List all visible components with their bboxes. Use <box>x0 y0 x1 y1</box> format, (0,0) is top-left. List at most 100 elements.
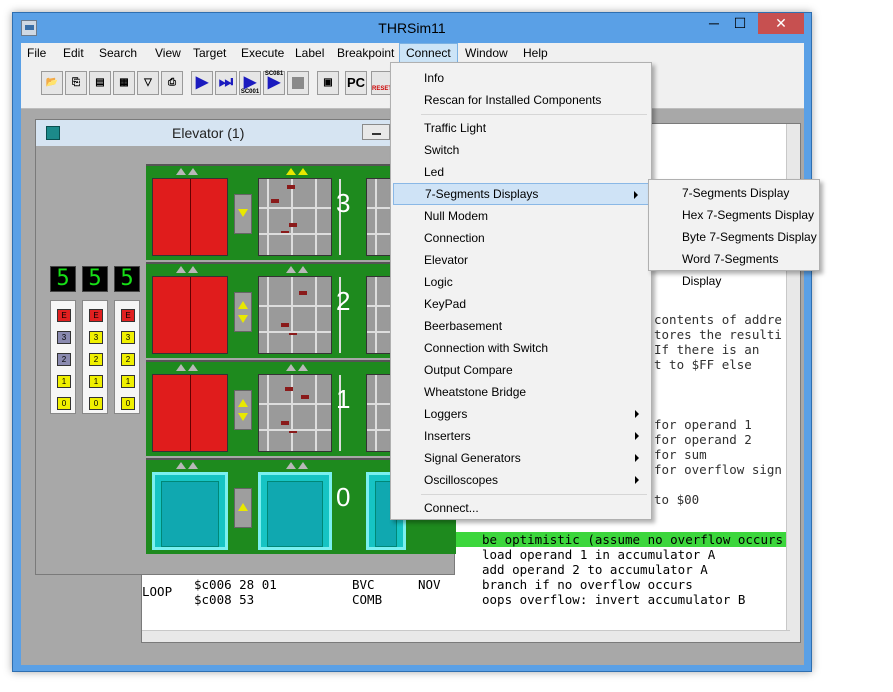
up-arrow-icon[interactable] <box>238 399 248 407</box>
print-icon[interactable]: ⎙ <box>161 71 183 95</box>
down-arrow-icon[interactable] <box>238 413 248 421</box>
menu-item-output-compare[interactable]: Output Compare <box>393 359 649 381</box>
elevator-title: Elevator (1) <box>172 125 245 141</box>
code-comment: If there is an <box>654 342 760 357</box>
floor-number: 0 <box>336 482 351 512</box>
horizontal-scrollbar[interactable] <box>142 630 790 642</box>
floor-number: 1 <box>336 384 351 414</box>
elevator-button-panel: E 3 2 1 0 <box>50 300 76 414</box>
emergency-button[interactable]: E <box>57 309 71 322</box>
down-arrow-icon[interactable] <box>238 209 248 217</box>
indicator-up-icon <box>286 364 296 371</box>
menu-item-info[interactable]: Info <box>393 67 649 89</box>
submenu-item-7-segments-display[interactable]: 7-Segments Display <box>651 182 817 204</box>
floor-button-2[interactable]: 2 <box>57 353 71 366</box>
menu-target[interactable]: Target <box>187 43 232 63</box>
seven-segment-display: 5 <box>82 266 108 292</box>
elevator-minimize-button[interactable] <box>362 124 390 140</box>
menu-file[interactable]: File <box>21 43 52 63</box>
menu-window[interactable]: Window <box>459 43 514 63</box>
menu-item-elevator[interactable]: Elevator <box>393 249 649 271</box>
run-icon[interactable]: ▶ <box>191 71 213 95</box>
menu-item-null-modem[interactable]: Null Modem <box>393 205 649 227</box>
floor-button-0[interactable]: 0 <box>57 397 71 410</box>
floor-button-1[interactable]: 1 <box>89 375 103 388</box>
floor-button-0[interactable]: 0 <box>89 397 103 410</box>
menu-item-traffic-light[interactable]: Traffic Light <box>393 117 649 139</box>
menu-label[interactable]: Label <box>289 43 330 63</box>
floor-button-2[interactable]: 2 <box>121 353 135 366</box>
menu-item-7-segments-displays[interactable]: 7-Segments Displays <box>393 183 649 205</box>
menu-item-led[interactable]: Led <box>393 161 649 183</box>
menu-connect[interactable]: Connect <box>399 43 458 63</box>
submenu-item-hex-7-segments-display[interactable]: Hex 7-Segments Display <box>651 204 817 226</box>
menu-item-wheatstone-bridge[interactable]: Wheatstone Bridge <box>393 381 649 403</box>
stop-icon[interactable] <box>287 71 309 95</box>
menu-item-beerbasement[interactable]: Beerbasement <box>393 315 649 337</box>
new-file-icon[interactable]: ▤ <box>89 71 111 95</box>
pc-button[interactable]: PC <box>345 71 367 95</box>
menu-search[interactable]: Search <box>93 43 143 63</box>
indicator-up-icon <box>176 168 186 175</box>
floor-button-3[interactable]: 3 <box>89 331 103 344</box>
code-row[interactable]: $c008 53 COMB oops overflow: invert accu… <box>142 592 790 607</box>
save-icon[interactable]: ⎘ <box>65 71 87 95</box>
floor-button-2[interactable]: 2 <box>89 353 103 366</box>
step-icon[interactable]: ⏭ <box>215 71 237 95</box>
calculator-icon[interactable]: ▣ <box>317 71 339 95</box>
submenu-item-word-7-segments-display[interactable]: Word 7-Segments Display <box>651 248 817 288</box>
menu-item-connection-with-switch[interactable]: Connection with Switch <box>393 337 649 359</box>
minimize-button[interactable]: ─ <box>701 13 727 34</box>
elevator-button-panel: E 3 2 1 0 <box>114 300 140 414</box>
menu-item-connection[interactable]: Connection <box>393 227 649 249</box>
floor-button-1[interactable]: 1 <box>121 375 135 388</box>
code-row[interactable]: LOOP $c006 28 01 BVC NOV branch if no ov… <box>142 577 790 599</box>
floor-button-0[interactable]: 0 <box>121 397 135 410</box>
menu-item-keypad[interactable]: KeyPad <box>393 293 649 315</box>
call-button-box[interactable] <box>234 488 252 528</box>
menu-item-rescan[interactable]: Rescan for Installed Components <box>393 89 649 111</box>
filter-icon[interactable]: ▽ <box>137 71 159 95</box>
code-comment: for operand 1 <box>654 417 752 432</box>
menu-edit[interactable]: Edit <box>57 43 90 63</box>
run-until-sc081-button[interactable]: SC081 ▶ <box>263 71 285 95</box>
open-file-icon[interactable]: 📂 <box>41 71 63 95</box>
menu-item-connect-dialog[interactable]: Connect... <box>393 497 649 519</box>
up-arrow-icon[interactable] <box>238 503 248 511</box>
run-until-sc001-button[interactable]: SC001 ▶ <box>239 71 261 95</box>
elevator-icon <box>46 126 60 140</box>
down-arrow-icon[interactable] <box>238 315 248 323</box>
call-button-box[interactable] <box>234 292 252 332</box>
elevator-shaft <box>258 374 332 452</box>
floor-button-3[interactable]: 3 <box>121 331 135 344</box>
menu-item-oscilloscopes[interactable]: Oscilloscopes <box>393 469 649 491</box>
call-button-box[interactable] <box>234 194 252 234</box>
maximize-button[interactable]: ☐ <box>727 13 753 34</box>
emergency-button[interactable]: E <box>121 309 135 322</box>
menu-separator <box>421 494 647 495</box>
floor-button-1[interactable]: 1 <box>57 375 71 388</box>
up-arrow-icon[interactable] <box>238 301 248 309</box>
indicator-up-icon <box>286 266 296 273</box>
menu-item-logic[interactable]: Logic <box>393 271 649 293</box>
memory-icon[interactable]: ▦ <box>113 71 135 95</box>
menu-item-inserters[interactable]: Inserters <box>393 425 649 447</box>
indicator-up-icon <box>176 462 186 469</box>
menu-help[interactable]: Help <box>517 43 554 63</box>
call-button-box[interactable] <box>234 390 252 430</box>
floor-button-3[interactable]: 3 <box>57 331 71 344</box>
menu-view[interactable]: View <box>149 43 187 63</box>
elevator-button-panel: E 3 2 1 0 <box>82 300 108 414</box>
menu-execute[interactable]: Execute <box>235 43 290 63</box>
submenu-item-byte-7-segments-display[interactable]: Byte 7-Segments Display <box>651 226 817 248</box>
close-button[interactable]: ✕ <box>758 13 804 34</box>
emergency-button[interactable]: E <box>89 309 103 322</box>
menu-item-signal-generators[interactable]: Signal Generators <box>393 447 649 469</box>
submenu-arrow-icon <box>635 432 639 440</box>
menu-breakpoint[interactable]: Breakpoint <box>331 43 400 63</box>
seven-segment-display: 5 <box>50 266 76 292</box>
menu-item-switch[interactable]: Switch <box>393 139 649 161</box>
menu-item-loggers[interactable]: Loggers <box>393 403 649 425</box>
indicator-up-icon <box>188 266 198 273</box>
code-comment: for sum <box>654 447 707 462</box>
